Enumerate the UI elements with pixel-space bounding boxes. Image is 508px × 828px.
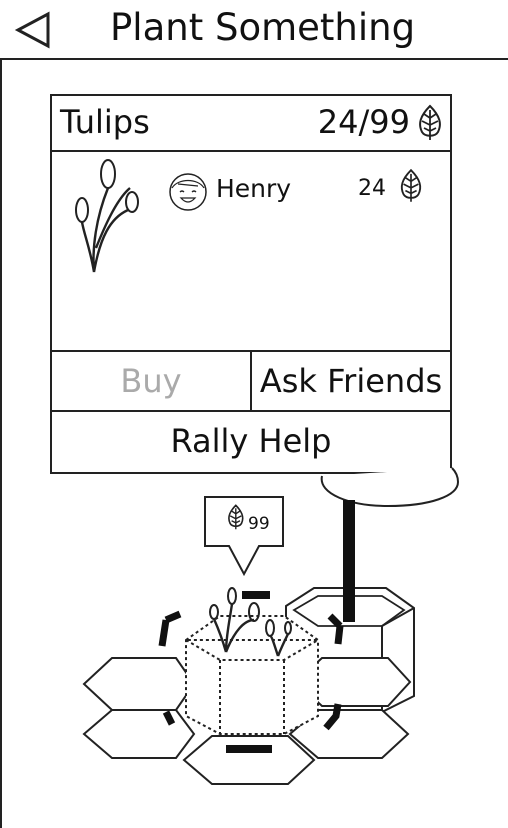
contributor-amount: 24 xyxy=(358,176,386,201)
page-title: Plant Something xyxy=(110,6,416,49)
leaf-icon xyxy=(400,168,422,202)
progress-count: 24/99 xyxy=(317,103,410,141)
ask-friends-button[interactable]: Ask Friends xyxy=(252,352,450,410)
tulip-illustration xyxy=(75,159,139,273)
back-arrow-icon[interactable] xyxy=(14,10,54,50)
card-header: Tulips 24/99 xyxy=(52,96,450,152)
plant-card: Tulips 24/99 Henry 24 Buy Ask Friends Ra… xyxy=(50,94,452,474)
leaf-icon xyxy=(419,104,441,140)
buy-button[interactable]: Buy xyxy=(52,352,252,410)
plant-name: Tulips xyxy=(60,103,150,141)
contributor-name: Henry xyxy=(216,174,292,203)
smiley-avatar-icon xyxy=(169,173,207,211)
cost-value: 99 xyxy=(248,514,270,534)
app-header: Plant Something xyxy=(0,0,508,60)
action-button-row: Buy Ask Friends xyxy=(52,350,450,412)
cost-tooltip xyxy=(204,496,284,577)
